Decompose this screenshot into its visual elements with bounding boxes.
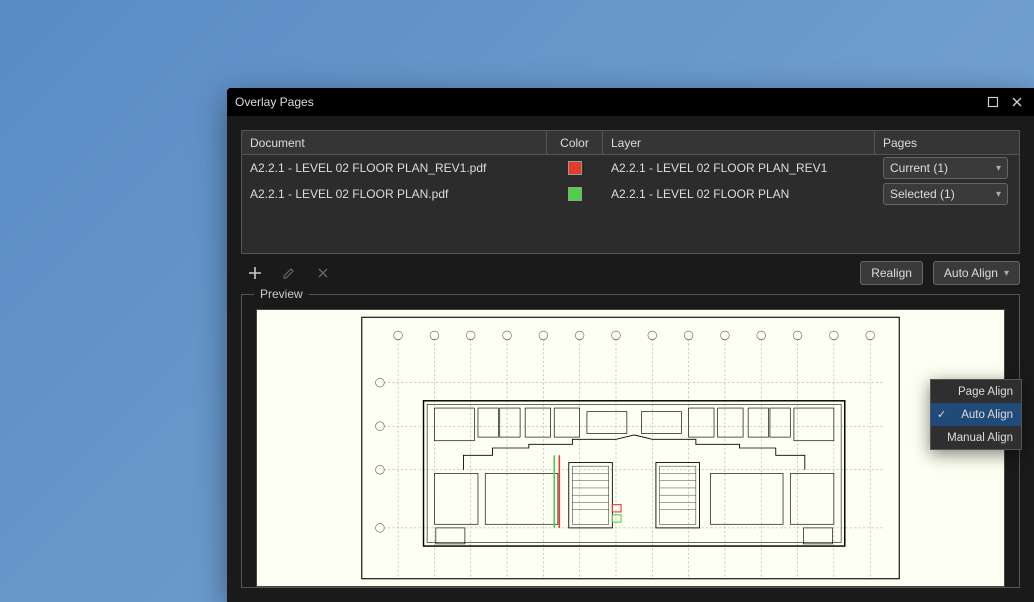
table-row[interactable]: A2.2.1 - LEVEL 02 FLOOR PLAN.pdf A2.2.1 … <box>242 181 1019 207</box>
color-swatch-red[interactable] <box>568 161 582 175</box>
maximize-icon[interactable] <box>984 93 1002 111</box>
edit-icon[interactable] <box>281 265 297 281</box>
preview-fieldset: Preview <box>241 294 1020 588</box>
preview-label: Preview <box>254 287 309 301</box>
add-icon[interactable] <box>247 265 263 281</box>
column-header-layer[interactable]: Layer <box>603 131 875 154</box>
pages-cell: Current (1) ▾ <box>875 155 1019 181</box>
layer-cell: A2.2.1 - LEVEL 02 FLOOR PLAN <box>603 181 875 207</box>
floor-plan-preview <box>257 310 1004 586</box>
document-cell: A2.2.1 - LEVEL 02 FLOOR PLAN.pdf <box>242 181 547 207</box>
option-label: Page Align <box>958 386 1013 398</box>
chevron-down-icon: ▾ <box>996 189 1001 200</box>
pages-value: Current (1) <box>890 161 948 175</box>
button-label: Realign <box>871 266 912 280</box>
auto-align-dropdown-button[interactable]: Auto Align ▾ <box>933 261 1020 285</box>
color-swatch-green[interactable] <box>568 187 582 201</box>
chevron-down-icon: ▾ <box>1004 268 1009 279</box>
dialog-content: Document Color Layer Pages A2.2.1 - LEVE… <box>227 116 1034 602</box>
pages-value: Selected (1) <box>890 187 955 201</box>
close-icon[interactable] <box>1008 93 1026 111</box>
chevron-down-icon: ▾ <box>996 163 1001 174</box>
layer-cell: A2.2.1 - LEVEL 02 FLOOR PLAN_REV1 <box>603 155 875 181</box>
color-cell[interactable] <box>547 181 603 207</box>
realign-button[interactable]: Realign <box>860 261 923 285</box>
table-row[interactable]: A2.2.1 - LEVEL 02 FLOOR PLAN_REV1.pdf A2… <box>242 155 1019 181</box>
button-label: Auto Align <box>944 266 998 280</box>
table-header: Document Color Layer Pages <box>242 131 1019 155</box>
option-label: Auto Align <box>961 409 1013 421</box>
align-option-manual[interactable]: Manual Align <box>931 426 1021 449</box>
column-header-color[interactable]: Color <box>547 131 603 154</box>
align-menu: Page Align ✓ Auto Align Manual Align <box>930 379 1022 450</box>
option-label: Manual Align <box>947 432 1013 444</box>
row-tools <box>241 265 331 281</box>
toolbar: Realign Auto Align ▾ <box>241 254 1020 292</box>
document-cell: A2.2.1 - LEVEL 02 FLOOR PLAN_REV1.pdf <box>242 155 547 181</box>
dialog-title: Overlay Pages <box>235 95 978 109</box>
preview-canvas[interactable] <box>256 309 1005 587</box>
color-cell[interactable] <box>547 155 603 181</box>
check-icon: ✓ <box>937 408 946 421</box>
column-header-document[interactable]: Document <box>242 131 547 154</box>
documents-table: Document Color Layer Pages A2.2.1 - LEVE… <box>241 130 1020 254</box>
pages-dropdown[interactable]: Current (1) ▾ <box>883 157 1008 179</box>
align-option-auto[interactable]: ✓ Auto Align <box>931 403 1021 426</box>
delete-icon[interactable] <box>315 265 331 281</box>
pages-dropdown[interactable]: Selected (1) ▾ <box>883 183 1008 205</box>
column-header-pages[interactable]: Pages <box>875 131 1019 154</box>
overlay-pages-dialog: Overlay Pages Document Color Layer Pages… <box>227 88 1034 602</box>
align-option-page[interactable]: Page Align <box>931 380 1021 403</box>
titlebar: Overlay Pages <box>227 88 1034 116</box>
pages-cell: Selected (1) ▾ <box>875 181 1019 207</box>
